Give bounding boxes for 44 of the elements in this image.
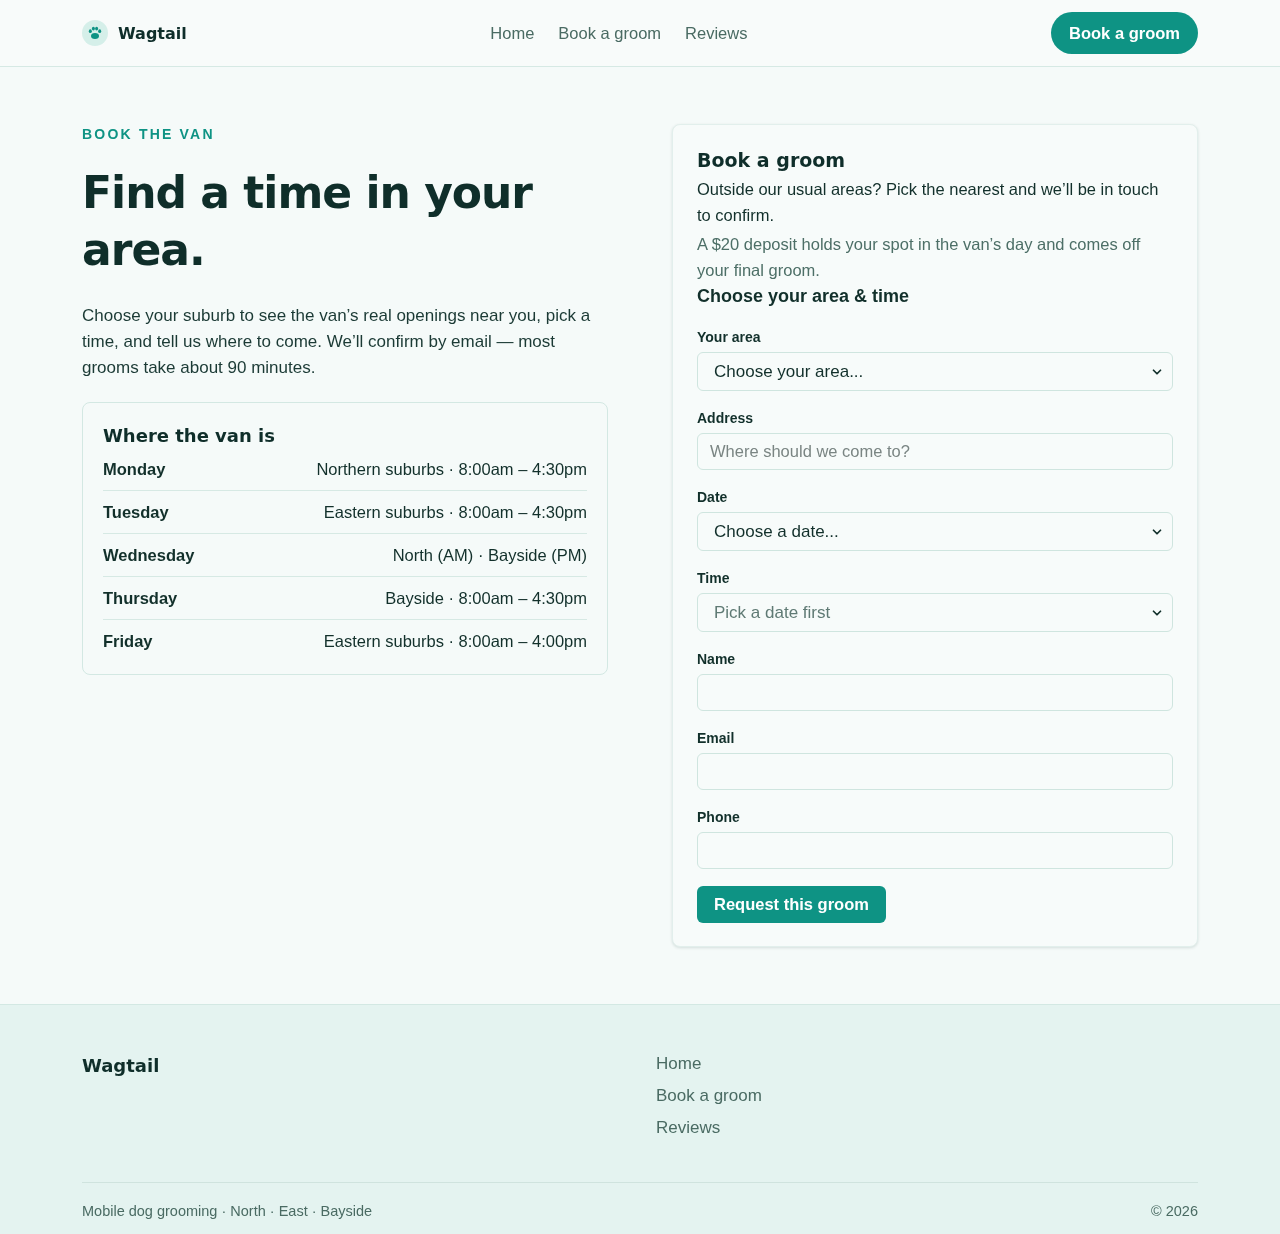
footer-link[interactable]: Book a groom — [656, 1084, 762, 1108]
copyright-text: © 2026 — [1151, 1202, 1198, 1221]
schedule-title: Where the van is — [103, 424, 276, 448]
brand-link[interactable]: Wagtail — [82, 20, 187, 46]
field-label: Your area — [697, 328, 762, 347]
footer-tagline: Mobile dog grooming · North · East · Bayside — [82, 1202, 373, 1221]
section-title: Choose your area & time — [697, 285, 911, 308]
field-label: Name — [697, 650, 737, 669]
schedule-day: Thursday — [103, 587, 178, 609]
footer-link[interactable]: Reviews — [656, 1116, 721, 1140]
schedule-detail: Bayside · 8:00am – 4:30pm — [385, 588, 587, 609]
nav-link[interactable]: Reviews — [685, 23, 748, 43]
schedule-detail: Eastern suburbs · 8:00am – 4:00pm — [323, 631, 587, 652]
nav-link[interactable]: Book a groom — [558, 23, 662, 43]
booking-intro: Outside our usual areas? Pick the nearest and we’ll be in touch to confirm. — [697, 179, 1160, 226]
paw-icon — [82, 20, 108, 46]
schedule-detail: Northern suburbs · 8:00am – 4:30pm — [316, 459, 587, 480]
eyebrow-label: BOOK THE VAN — [82, 125, 216, 144]
footer-brand: Wagtail — [82, 1054, 160, 1078]
select-field[interactable]: Choose your area... — [697, 352, 1173, 391]
field-label: Time — [697, 569, 731, 588]
input-field[interactable] — [697, 832, 1173, 869]
schedule-detail: North (AM) · Bayside (PM) — [392, 545, 587, 566]
schedule-day: Monday — [103, 458, 166, 480]
input-field[interactable] — [697, 753, 1173, 790]
schedule-day: Friday — [103, 630, 153, 652]
input-field[interactable] — [697, 674, 1173, 711]
page-heading: Find a time in your area. — [82, 166, 534, 277]
nav-link[interactable]: Home — [490, 23, 535, 43]
field-label: Date — [697, 488, 729, 507]
submit-button[interactable]: Request this groom — [697, 886, 886, 923]
schedule-day: Tuesday — [103, 501, 169, 523]
schedule-detail: Eastern suburbs · 8:00am – 4:30pm — [323, 502, 587, 523]
book-button[interactable]: Book a groom — [1051, 12, 1198, 54]
booking-title: Book a groom — [697, 148, 847, 173]
intro-paragraph: Choose your suburb to see the van’s real openings near you, pick a time, and tell us where to come. We’ll confirm by email — most grooms take about 90 minutes. — [82, 305, 592, 379]
input-field[interactable]: Where should we come to? — [697, 433, 1173, 470]
field-label: Address — [697, 409, 755, 428]
field-label: Phone — [697, 808, 741, 827]
deposit-note: A $20 deposit holds your spot in the van’s day and comes off your final groom. — [697, 234, 1142, 281]
schedule-day: Wednesday — [103, 544, 195, 566]
field-label: Email — [697, 729, 736, 748]
select-field[interactable]: Choose a date... — [697, 512, 1173, 551]
footer-link[interactable]: Home — [656, 1052, 702, 1076]
